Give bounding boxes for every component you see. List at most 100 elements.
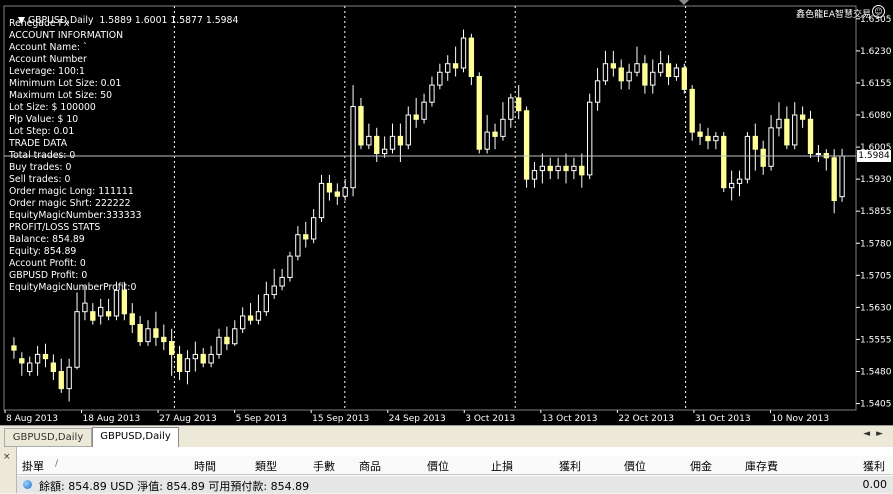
y-tick-label: 1.5480 [860, 368, 892, 378]
y-tick-label: 1.6155 [860, 79, 892, 89]
scroll-right-icon[interactable]: ► [876, 429, 889, 439]
candle-bull [113, 289, 120, 317]
candle-bull [232, 328, 238, 345]
info-line: Order magic Shrt: 222222 [9, 198, 131, 209]
col-price[interactable]: 價位 [427, 458, 449, 474]
info-line: Account Name: ` [9, 42, 88, 53]
candle-bear [90, 311, 96, 321]
candle-bear [176, 353, 183, 373]
y-tick-label: 1.5930 [860, 175, 892, 185]
info-line: GBPUSD Profit: 0 [9, 270, 88, 281]
col-symbol[interactable]: 商品 [359, 458, 381, 474]
x-tick-label: 3 Oct 2013 [465, 414, 515, 424]
candle-bear [610, 63, 617, 69]
candle-bull [460, 37, 467, 69]
info-line: Account Number [9, 54, 87, 65]
y-tick-label: 1.6080 [860, 111, 892, 121]
candle-bull [744, 135, 751, 180]
tab-scroll-arrows[interactable]: ◄► [863, 429, 889, 439]
x-tick-label: 27 Aug 2013 [159, 414, 217, 424]
y-tick-label: 1.6230 [860, 47, 892, 57]
info-line: Balance: 854.89 [9, 234, 85, 245]
candle-bull [650, 71, 656, 86]
candle-bull [34, 353, 41, 364]
candle-bear [224, 336, 230, 345]
col-order[interactable]: 掛單 [22, 458, 44, 474]
info-line: PROFIT/LOSS STATS [9, 222, 101, 233]
col-stoploss[interactable]: 止損 [491, 458, 513, 474]
candle-bear [397, 135, 404, 146]
x-tick-label: 18 Aug 2013 [83, 414, 141, 424]
balance-row[interactable]: 餘額: 854.89 USD 淨值: 854.89 可用預付款: 854.89 … [17, 476, 893, 493]
candle-bear [563, 165, 569, 172]
balance-icon [23, 480, 32, 489]
info-line: Account Profit: 0 [9, 258, 86, 269]
chart-tab-bar: GBPUSD,Daily GBPUSD,Daily ◄► [0, 425, 893, 447]
col-type[interactable]: 類型 [255, 458, 277, 474]
chart-tab-active[interactable]: GBPUSD,Daily [92, 427, 179, 447]
y-tick-label: 1.5555 [860, 335, 892, 345]
candle-bear [326, 182, 333, 193]
candle-bear [247, 315, 254, 321]
candle-bear [303, 234, 309, 240]
scroll-left-icon[interactable]: ◄ [863, 429, 876, 439]
candle-bull [271, 285, 277, 296]
info-line: EquityMagicNumberProfit:0 [9, 282, 137, 293]
col-takeprofit[interactable]: 獲利 [559, 458, 581, 474]
x-tick-label: 5 Sep 2013 [236, 414, 287, 424]
x-tick-label: 31 Oct 2013 [695, 414, 751, 424]
chart-shift-marker-icon[interactable] [679, 0, 689, 5]
candle-bull [27, 362, 33, 373]
candle-bull [184, 358, 191, 373]
x-tick-label: 8 Aug 2013 [6, 414, 58, 424]
candle-bull [74, 311, 80, 368]
terminal-panel: × 掛單 / 時間 類型 手數 商品 價位 止損 獲利 價位 佣金 庫存費 獲利… [0, 447, 893, 493]
close-icon[interactable]: × [3, 452, 11, 462]
candle-bull [815, 152, 822, 155]
col-time[interactable]: 時間 [194, 458, 216, 474]
candle-bear [689, 88, 695, 133]
candle-bear [760, 148, 766, 167]
info-line: Buy trades: 0 [9, 162, 72, 173]
info-line: Mimimum Lot Size: 0.01 [9, 78, 122, 89]
info-line: Maximum Lot Size: 50 [9, 90, 113, 101]
chart-window[interactable]: 1.6305 1.6230 1.6155 1.6080 1.6005 1.5930 1.58… [0, 0, 893, 425]
info-line: TRADE DATA [9, 138, 68, 149]
candle-bull [145, 328, 151, 343]
candle-bull [657, 63, 664, 73]
sort-icon: / [55, 459, 59, 469]
candle-bear [452, 63, 459, 69]
x-tick-label: 15 Sep 2013 [312, 414, 369, 424]
candle-bear [831, 157, 837, 202]
col-commission[interactable]: 佣金 [690, 458, 712, 474]
candle-bear [476, 76, 482, 150]
candle-bear [50, 362, 57, 373]
candle-bull [500, 118, 506, 137]
candle-bear [200, 353, 206, 364]
candle-bull [82, 302, 88, 313]
candle-bull [673, 67, 680, 78]
col-price-2[interactable]: 價位 [624, 458, 646, 474]
chart-tab[interactable]: GBPUSD,Daily [4, 428, 92, 447]
candle-bull [295, 234, 301, 257]
col-swap[interactable]: 庫存費 [745, 458, 778, 474]
ea-label: 鑫色龍EA智慧交易 [796, 10, 871, 20]
candle-bear [42, 353, 49, 360]
smiley-icon: ☺ [872, 5, 885, 18]
candle-bear [169, 341, 175, 355]
terminal-sidebar: × [0, 447, 17, 493]
candle-bear [58, 371, 64, 390]
candle-bull [792, 114, 798, 146]
candle-bear [19, 358, 25, 364]
candle-bear [413, 114, 419, 120]
x-tick-label: 22 Oct 2013 [618, 414, 674, 424]
col-profit[interactable]: 獲利 [863, 458, 885, 474]
col-lots[interactable]: 手數 [313, 458, 335, 474]
candle-bear [334, 191, 340, 197]
candle-bull [555, 165, 561, 172]
candle-bull [602, 63, 609, 82]
candle-bear [618, 67, 624, 82]
candle-bull [239, 315, 246, 330]
candle-bull [531, 170, 538, 180]
candle-bear [105, 311, 112, 317]
